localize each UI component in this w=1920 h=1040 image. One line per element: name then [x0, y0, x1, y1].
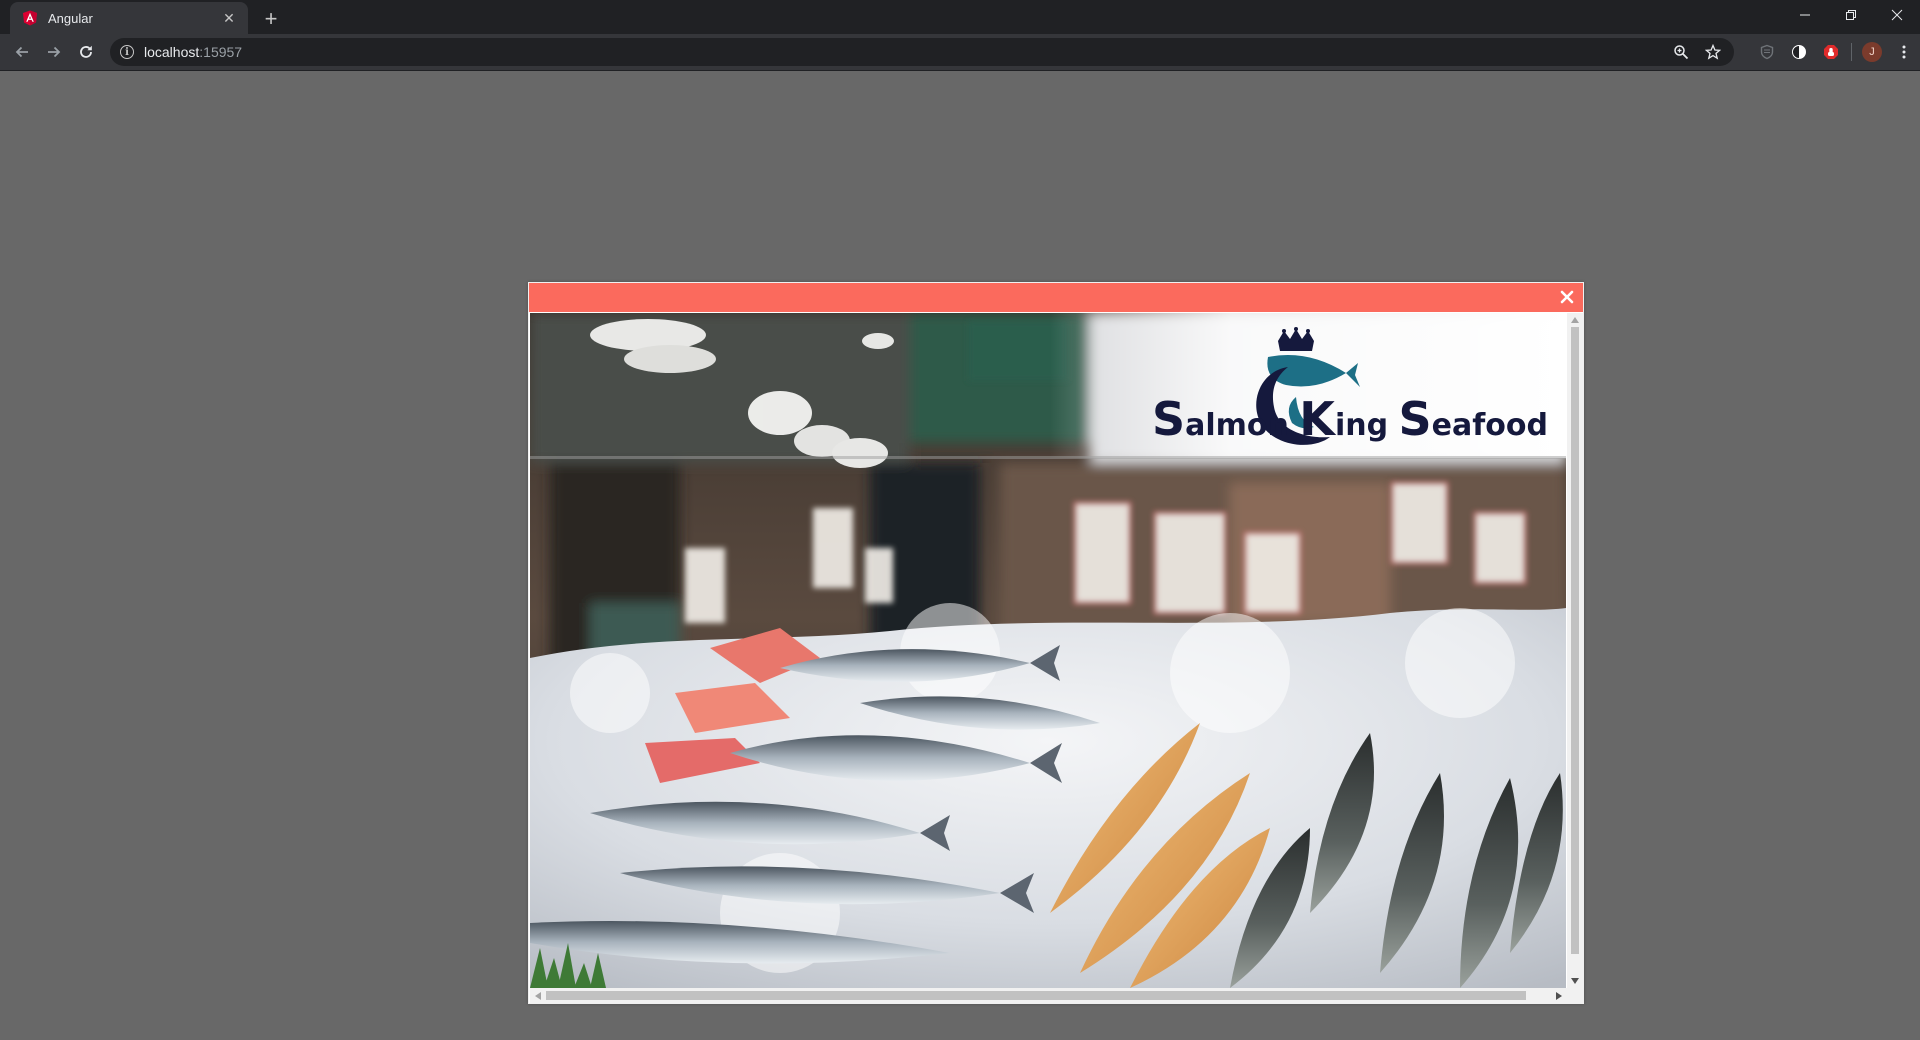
adblock-extension-icon[interactable]: [1815, 38, 1847, 66]
site-info-icon[interactable]: i: [120, 45, 134, 59]
forward-button[interactable]: [40, 38, 68, 66]
restore-button[interactable]: [1828, 0, 1874, 30]
tab-title: Angular: [48, 10, 93, 26]
modal-header: [529, 283, 1583, 312]
logo-text-part: almon: [1185, 408, 1299, 443]
extensions-area: J: [1751, 38, 1920, 66]
minimize-button[interactable]: [1782, 0, 1828, 30]
profile-button[interactable]: J: [1856, 38, 1888, 66]
logo-text-part: S: [1152, 392, 1185, 446]
modal-image-viewport: Salmon King Seafood: [530, 313, 1566, 988]
seafood-market-banner-image: Salmon King Seafood: [530, 313, 1566, 988]
angular-logo-icon: [22, 10, 38, 26]
tab-strip: Angular ✕ +: [0, 0, 1920, 34]
close-window-button[interactable]: [1874, 0, 1920, 30]
browser-menu-icon[interactable]: [1888, 38, 1920, 66]
close-icon[interactable]: [1557, 287, 1577, 307]
browser-toolbar: i localhost:15957 J: [0, 34, 1920, 71]
horizontal-scrollbar[interactable]: [530, 988, 1583, 1003]
vertical-scrollbar[interactable]: [1567, 313, 1583, 988]
scroll-left-icon[interactable]: [535, 992, 541, 1000]
browser-tab[interactable]: Angular ✕: [10, 2, 248, 34]
back-button[interactable]: [8, 38, 36, 66]
reload-button[interactable]: [72, 38, 100, 66]
scroll-up-icon[interactable]: [1571, 317, 1579, 323]
window-controls: [1782, 0, 1920, 30]
scroll-down-icon[interactable]: [1571, 978, 1579, 984]
url-port: :15957: [199, 44, 243, 60]
logo-text-part: ing: [1335, 408, 1399, 443]
dark-mode-extension-icon[interactable]: [1783, 38, 1815, 66]
logo-text-part: eafood: [1432, 408, 1548, 443]
avatar: J: [1862, 42, 1882, 62]
logo-text-part: S: [1399, 392, 1432, 446]
shield-extension-icon[interactable]: [1751, 38, 1783, 66]
address-bar[interactable]: i localhost:15957: [110, 38, 1734, 66]
tab-close-icon[interactable]: ✕: [220, 9, 238, 27]
logo-text-part: K: [1299, 392, 1337, 446]
scroll-right-icon[interactable]: [1556, 992, 1562, 1000]
image-modal: Salmon King Seafood: [528, 282, 1584, 1004]
vertical-scroll-thumb[interactable]: [1571, 327, 1579, 954]
url-host: localhost: [144, 44, 200, 60]
bookmark-star-icon[interactable]: [1700, 39, 1726, 65]
new-tab-button[interactable]: +: [258, 6, 284, 32]
horizontal-scroll-thumb[interactable]: [546, 991, 1526, 1000]
zoom-icon[interactable]: [1668, 39, 1694, 65]
toolbar-separator: [1851, 43, 1852, 61]
